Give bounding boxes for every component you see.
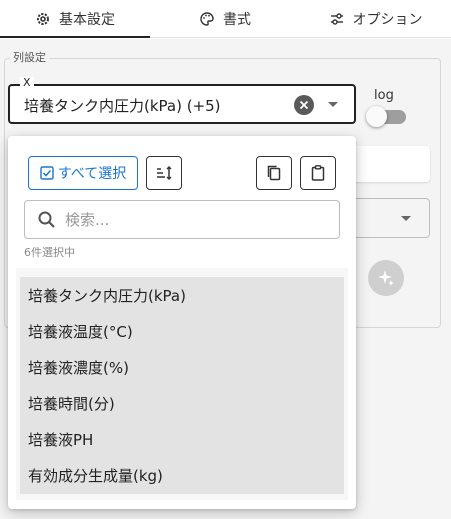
column-list: 培養タンク内圧力(kPa) 培養液温度(°C) 培養液濃度(%) 培養時間(分)… [16, 268, 348, 500]
clipboard-icon [311, 165, 325, 181]
tab-format[interactable]: 書式 [150, 0, 300, 38]
active-tab-indicator [0, 36, 150, 38]
tab-label: 基本設定 [59, 12, 115, 28]
chevron-down-icon[interactable] [328, 102, 338, 107]
tab-basic-settings[interactable]: 基本設定 [0, 0, 150, 38]
palette-icon [199, 11, 215, 27]
chevron-down-icon [401, 216, 411, 221]
tab-label: 書式 [223, 12, 251, 28]
list-item[interactable]: 培養タンク内圧力(kPa) [20, 277, 344, 313]
column-dropdown-popup: すべて選択 6件選択中 培養タンク内圧力(kPa) 培養液温度(°C) 培養液濃… [8, 136, 356, 509]
log-switch-thumb[interactable] [366, 106, 387, 127]
x-field-label: X [20, 77, 34, 89]
search-input[interactable] [65, 209, 325, 231]
sort-icon [157, 166, 172, 180]
select-all-label: すべて選択 [57, 166, 127, 182]
checkbox-icon [40, 166, 54, 180]
copy-icon [267, 165, 281, 181]
x-column-select[interactable]: 培養タンク内圧力(kPa) (+5) [8, 84, 356, 124]
list-item[interactable]: 培養液PH [20, 421, 344, 457]
search-field[interactable] [24, 200, 340, 239]
list-item[interactable]: 培養時間(分) [20, 385, 344, 421]
selected-count: 6件選択中 [24, 246, 75, 259]
tab-options[interactable]: オプション [300, 0, 451, 38]
copy-button[interactable] [256, 156, 292, 190]
column-list-items: 培養タンク内圧力(kPa) 培養液温度(°C) 培養液濃度(%) 培養時間(分)… [20, 277, 344, 494]
list-item[interactable]: 培養液濃度(%) [20, 349, 344, 385]
select-all-button[interactable]: すべて選択 [28, 156, 138, 190]
column-settings-legend: 列設定 [10, 49, 49, 65]
search-icon [37, 210, 57, 230]
sliders-icon [329, 11, 345, 27]
sort-button[interactable] [146, 156, 182, 190]
list-item[interactable]: 有効成分生成量(kg) [20, 457, 344, 493]
log-toggle-label: log [374, 88, 394, 103]
ai-suggest-button[interactable] [368, 260, 404, 296]
tab-label: オプション [352, 12, 423, 28]
sparkle-icon [378, 270, 394, 286]
gear-icon [35, 11, 51, 27]
clear-button[interactable] [294, 95, 314, 115]
x-column-value: 培養タンク内圧力(kPa) (+5) [24, 97, 221, 115]
close-icon [299, 100, 309, 110]
list-item[interactable]: 培養液温度(°C) [20, 313, 344, 349]
paste-button[interactable] [300, 156, 336, 190]
tab-bar: 基本設定 書式 オプション [0, 0, 451, 38]
